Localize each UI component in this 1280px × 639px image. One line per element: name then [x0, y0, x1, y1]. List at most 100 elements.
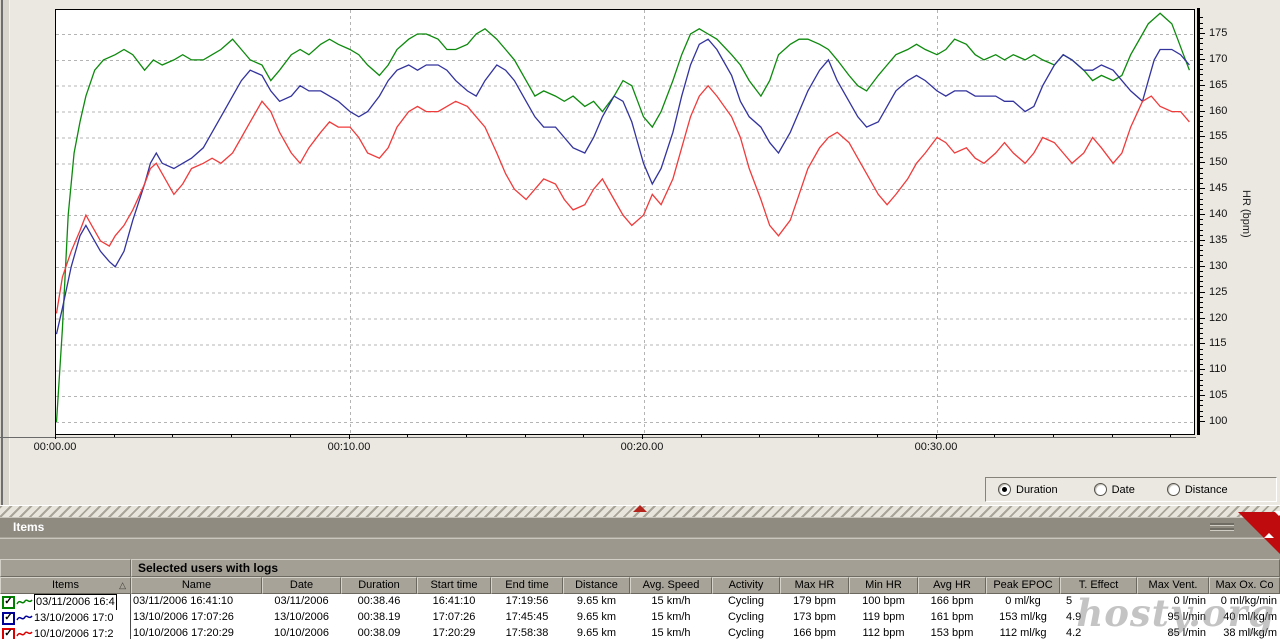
column-header-start-time[interactable]: Start time [417, 577, 491, 594]
expand-collapse-arrows-icon[interactable] [1264, 516, 1274, 534]
y-tick [1200, 90, 1203, 91]
column-header-distance[interactable]: Distance [563, 577, 630, 594]
table-cell: 4.2 [1060, 626, 1137, 639]
column-header-avg-speed[interactable]: Avg. Speed [630, 577, 712, 594]
x-minor-tick [583, 434, 584, 437]
y-tick-label: 115 [1209, 337, 1227, 349]
y-tick [1200, 281, 1203, 282]
x-minor-tick [525, 434, 526, 437]
items-cell: ✓ 10/10/2006 17:2 [0, 626, 131, 639]
splitter-grip-icon[interactable] [633, 505, 647, 512]
titlebar-grip-icon[interactable] [1210, 523, 1234, 533]
y-tick [1200, 219, 1203, 220]
table-cell: 17:45:45 [491, 610, 563, 626]
column-header-activity[interactable]: Activity [712, 577, 780, 594]
radio-button-icon[interactable] [1094, 483, 1107, 496]
y-tick [1200, 126, 1203, 127]
y-tick [1200, 307, 1203, 308]
y-tick [1200, 23, 1203, 24]
y-tick [1200, 116, 1203, 117]
radio-date[interactable]: Date [1094, 483, 1135, 496]
y-tick [1200, 43, 1203, 44]
table-cell: 166 bpm [918, 594, 986, 610]
column-header-min-hr[interactable]: Min HR [849, 577, 918, 594]
table-cell: 16:41:10 [417, 594, 491, 610]
y-tick [1200, 338, 1203, 339]
column-header-end-time[interactable]: End time [491, 577, 563, 594]
x-minor-tick [466, 434, 467, 437]
sort-ascending-icon: △ [119, 580, 126, 591]
x-minor-tick [994, 434, 995, 437]
column-header-max-hr[interactable]: Max HR [780, 577, 849, 594]
y-tick [1200, 400, 1203, 401]
table-cell: 03/11/2006 16:41:10 [131, 594, 262, 610]
table-cell: Cycling [712, 594, 780, 610]
table-cell: 17:19:56 [491, 594, 563, 610]
y-tick [1200, 323, 1203, 324]
column-header-max-ox-co[interactable]: Max Ox. Co [1209, 577, 1280, 594]
table-cell: 03/11/2006 [262, 594, 341, 610]
y-tick [1200, 224, 1203, 225]
y-tick [1200, 209, 1203, 210]
y-tick [1200, 49, 1203, 50]
table-row[interactable]: ✓03/11/2006 16:403/11/2006 16:41:1003/11… [0, 594, 1280, 610]
x-tick-label: 00:20.00 [621, 441, 664, 453]
y-tick-label: 110 [1209, 363, 1227, 375]
radio-distance[interactable]: Distance [1167, 483, 1228, 496]
log-curve-icon [16, 597, 33, 607]
items-panel-titlebar: Items [0, 517, 1280, 538]
column-header-avg-hr[interactable]: Avg HR [918, 577, 986, 594]
y-tick [1200, 312, 1203, 313]
log-visibility-checkbox[interactable]: ✓ [2, 612, 15, 625]
y-tick [1200, 416, 1203, 417]
items-cell-label: 03/11/2006 16:4 [34, 594, 117, 610]
y-tick [1200, 199, 1203, 200]
y-tick-label: 160 [1209, 105, 1227, 117]
hr-series-3 [57, 86, 1190, 314]
y-tick-label: 135 [1209, 234, 1227, 246]
radio-button-icon[interactable] [998, 483, 1011, 496]
y-tick [1200, 235, 1203, 236]
radio-button-icon[interactable] [1167, 483, 1180, 496]
items-panel-toolbar-strip [0, 538, 1280, 559]
y-tick [1200, 214, 1205, 215]
items-cell-label: 13/10/2006 17:0 [34, 611, 114, 626]
radio-duration[interactable]: Duration [998, 483, 1058, 496]
y-tick [1200, 162, 1205, 163]
column-header-max-vent-[interactable]: Max Vent. [1137, 577, 1209, 594]
table-cell: 85 l/min [1137, 626, 1209, 639]
x-minor-tick [759, 434, 760, 437]
x-tick-label: 00:00.00 [34, 441, 77, 453]
y-tick [1200, 302, 1203, 303]
column-header-items[interactable]: Items△ [0, 577, 131, 594]
hr-series-2 [57, 39, 1190, 334]
column-header-t-effect[interactable]: T. Effect [1060, 577, 1137, 594]
column-header-date[interactable]: Date [262, 577, 341, 594]
column-header-duration[interactable]: Duration [341, 577, 417, 594]
y-tick [1200, 421, 1205, 422]
y-tick [1200, 69, 1203, 70]
left-panel-edge-line [1, 0, 3, 505]
x-minor-tick [818, 434, 819, 437]
table-cell: 9.65 km [563, 610, 630, 626]
table-row[interactable]: ✓10/10/2006 17:210/10/2006 17:20:2910/10… [0, 626, 1280, 639]
group-header-label: Selected users with logs [131, 559, 1280, 577]
table-cell: 161 bpm [918, 610, 986, 626]
y-tick-label: 145 [1209, 182, 1227, 194]
table-cell: 40 ml/kg/m [1209, 610, 1280, 626]
table-row[interactable]: ✓13/10/2006 17:013/10/2006 17:07:2613/10… [0, 610, 1280, 626]
y-tick [1200, 230, 1203, 231]
y-tick [1200, 261, 1203, 262]
table-cell: 173 bpm [780, 610, 849, 626]
log-visibility-checkbox[interactable]: ✓ [2, 628, 15, 639]
app-window: 1001051101151201251301351401451501551601… [0, 0, 1280, 639]
y-tick [1200, 136, 1205, 137]
column-header-peak-epoc[interactable]: Peak EPOC [986, 577, 1060, 594]
table-cell: 17:20:29 [417, 626, 491, 639]
y-tick [1200, 245, 1203, 246]
y-tick [1200, 142, 1203, 143]
table-cell: 17:58:38 [491, 626, 563, 639]
items-cell-label: 10/10/2006 17:2 [34, 627, 114, 639]
log-visibility-checkbox[interactable]: ✓ [2, 596, 15, 609]
column-header-name[interactable]: Name [131, 577, 262, 594]
